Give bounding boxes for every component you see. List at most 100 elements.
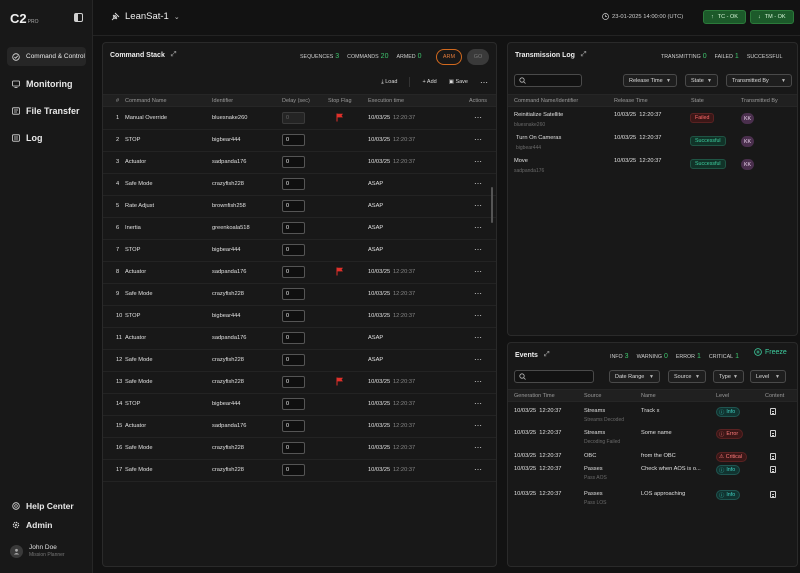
delay-input[interactable]: 0 bbox=[282, 178, 305, 190]
delay-input[interactable]: 0 bbox=[282, 398, 305, 410]
row-actions-icon[interactable]: ⋯ bbox=[474, 245, 483, 254]
delay-input[interactable]: 0 bbox=[282, 310, 305, 322]
stop-flag-icon[interactable] bbox=[336, 267, 344, 276]
table-row[interactable]: 1 Manual Override bluesnake260 0 10/03/25 12:… bbox=[103, 108, 496, 130]
table-row[interactable]: 8 Actuator sadpanda176 0 10/03/25 12:20:37 ⋯ bbox=[103, 262, 496, 284]
content-doc-icon[interactable] bbox=[770, 466, 776, 473]
table-row[interactable]: 15 Actuator sadpanda176 0 10/03/25 12:20:37 ⋯ bbox=[103, 416, 496, 438]
table-row[interactable]: 5 Rate Adjust brownfish258 0 ASAP ⋯ bbox=[103, 196, 496, 218]
tc-status-button[interactable]: ↑ TC - OK bbox=[703, 10, 746, 24]
user-icon bbox=[13, 548, 20, 554]
table-row[interactable]: 10 STOP bigbear444 0 10/03/25 12:20:37 ⋯ bbox=[103, 306, 496, 328]
sidebar-item-help-center[interactable]: Help Center bbox=[7, 496, 86, 515]
sidebar-item-log[interactable]: Log bbox=[7, 128, 86, 147]
delay-input[interactable]: 0 bbox=[282, 288, 305, 300]
row-actions-icon[interactable]: ⋯ bbox=[474, 421, 483, 430]
content-doc-icon[interactable] bbox=[770, 430, 776, 437]
row-actions-icon[interactable]: ⋯ bbox=[474, 311, 483, 320]
content-doc-icon[interactable] bbox=[770, 453, 776, 460]
expand-icon[interactable]: ⤢ bbox=[171, 51, 177, 59]
delay-input[interactable]: 0 bbox=[282, 200, 305, 212]
table-row[interactable]: 9 Safe Mode crazyfish228 0 10/03/25 12:20:37 ⋯ bbox=[103, 284, 496, 306]
table-row[interactable]: 16 Safe Mode crazyfish228 0 10/03/25 12:20:37… bbox=[103, 438, 496, 460]
table-row[interactable]: Move sadpanda176 10/03/25 12:20:37 Successf… bbox=[508, 154, 797, 176]
sidebar-item-admin[interactable]: Admin bbox=[7, 515, 86, 534]
content-doc-icon[interactable] bbox=[770, 491, 776, 498]
delay-input[interactable]: 0 bbox=[282, 420, 305, 432]
delay-input[interactable]: 0 bbox=[282, 156, 305, 168]
table-row[interactable]: 11 Actuator sadpanda176 0 ASAP ⋯ bbox=[103, 328, 496, 350]
user-profile[interactable]: John Doe Mission Planner bbox=[10, 544, 65, 558]
row-actions-icon[interactable]: ⋯ bbox=[474, 399, 483, 408]
table-row[interactable]: 7 STOP bigbear444 0 ASAP ⋯ bbox=[103, 240, 496, 262]
delay-input[interactable]: 0 bbox=[282, 354, 305, 366]
freeze-button[interactable]: Freeze bbox=[754, 348, 787, 356]
row-actions-icon[interactable]: ⋯ bbox=[474, 135, 483, 144]
table-row[interactable]: 12 Safe Mode crazyfish228 0 ASAP ⋯ bbox=[103, 350, 496, 372]
command-identifier: bigbear444 bbox=[212, 137, 241, 143]
row-actions-icon[interactable]: ⋯ bbox=[474, 289, 483, 298]
transmitted-by-filter[interactable]: Transmitted By ▼ bbox=[726, 74, 792, 87]
row-actions-icon[interactable]: ⋯ bbox=[474, 223, 483, 232]
table-row[interactable]: 14 STOP bigbear444 0 10/03/25 12:20:37 ⋯ bbox=[103, 394, 496, 416]
row-actions-icon[interactable]: ⋯ bbox=[474, 355, 483, 364]
satellite-selector[interactable]: LeanSat-1 ⌄ bbox=[110, 11, 180, 22]
table-row[interactable]: 10/03/25 12:20:37 Passes Pass LOS LOS appro… bbox=[508, 488, 797, 508]
app-logo[interactable]: C2PRO bbox=[10, 11, 38, 26]
add-button[interactable]: + Add bbox=[422, 79, 436, 85]
delay-input[interactable]: 0 bbox=[282, 332, 305, 344]
type-filter[interactable]: Type ▼ bbox=[713, 370, 744, 383]
sidebar-item-monitoring[interactable]: Monitoring bbox=[7, 74, 86, 93]
delay-input[interactable]: 0 bbox=[282, 442, 305, 454]
delay-input[interactable]: 0 bbox=[282, 112, 305, 124]
stop-flag-icon[interactable] bbox=[336, 377, 344, 386]
source-filter[interactable]: Source ▼ bbox=[668, 370, 706, 383]
sidebar-item-file-transfer[interactable]: File Transfer bbox=[7, 101, 86, 120]
stop-flag-icon[interactable] bbox=[336, 113, 344, 122]
scrollbar[interactable] bbox=[491, 187, 493, 223]
table-row[interactable]: 10/03/25 12:20:37 Passes Pass AOS Check whe… bbox=[508, 463, 797, 483]
row-actions-icon[interactable]: ⋯ bbox=[474, 113, 483, 122]
table-row[interactable]: 3 Actuator sadpanda176 0 10/03/25 12:20:37 ⋯ bbox=[103, 152, 496, 174]
row-actions-icon[interactable]: ⋯ bbox=[474, 377, 483, 386]
events-search-input[interactable] bbox=[514, 370, 594, 383]
arm-button[interactable]: ARM bbox=[436, 49, 462, 65]
content-doc-icon[interactable] bbox=[770, 408, 776, 415]
table-row[interactable]: 10/03/25 12:20:37 Streams Streams Decoded T… bbox=[508, 405, 797, 425]
load-button[interactable]: ⤓ Load bbox=[381, 79, 397, 86]
table-row[interactable]: 10/03/25 12:20:37 Streams Decoding Failed S… bbox=[508, 427, 797, 447]
row-actions-icon[interactable]: ⋯ bbox=[474, 157, 483, 166]
delay-input[interactable]: 0 bbox=[282, 134, 305, 146]
row-actions-icon[interactable]: ⋯ bbox=[474, 443, 483, 452]
table-row[interactable]: Reinitialize Satellite bluesnake260 10/03/… bbox=[508, 108, 797, 130]
table-row[interactable]: Turn On Cameras bigbear444 10/03/25 12:20:… bbox=[508, 131, 797, 153]
level-filter[interactable]: Level ▼ bbox=[750, 370, 786, 383]
date-range-filter[interactable]: Date Range ▼ bbox=[609, 370, 660, 383]
release-time-filter[interactable]: Release Time ▼ bbox=[623, 74, 677, 87]
go-button[interactable]: GO bbox=[467, 49, 489, 65]
state-filter[interactable]: State ▼ bbox=[685, 74, 718, 87]
row-actions-icon[interactable]: ⋯ bbox=[474, 465, 483, 474]
delay-input[interactable]: 0 bbox=[282, 244, 305, 256]
table-row[interactable]: 17 Safe Mode crazyfish228 0 10/03/25 12:20:37… bbox=[103, 460, 496, 482]
expand-icon[interactable]: ⤢ bbox=[544, 351, 550, 359]
sidebar-item-command-control[interactable]: Command & Control bbox=[7, 47, 86, 66]
delay-input[interactable]: 0 bbox=[282, 266, 305, 278]
table-row[interactable]: 4 Safe Mode crazyfish228 0 ASAP ⋯ bbox=[103, 174, 496, 196]
more-icon[interactable]: ⋯ bbox=[480, 78, 488, 87]
delay-input[interactable]: 0 bbox=[282, 464, 305, 476]
delay-input[interactable]: 0 bbox=[282, 222, 305, 234]
row-actions-icon[interactable]: ⋯ bbox=[474, 201, 483, 210]
expand-icon[interactable]: ⤢ bbox=[581, 51, 587, 59]
row-actions-icon[interactable]: ⋯ bbox=[474, 333, 483, 342]
sidebar-collapse-icon[interactable] bbox=[74, 13, 83, 22]
table-row[interactable]: 13 Safe Mode crazyfish228 0 10/03/25 12:20:37… bbox=[103, 372, 496, 394]
row-actions-icon[interactable]: ⋯ bbox=[474, 179, 483, 188]
transmission-search-input[interactable] bbox=[514, 74, 582, 87]
save-button[interactable]: ▣ Save bbox=[449, 79, 468, 85]
table-row[interactable]: 2 STOP bigbear444 0 10/03/25 12:20:37 ⋯ bbox=[103, 130, 496, 152]
row-actions-icon[interactable]: ⋯ bbox=[474, 267, 483, 276]
delay-input[interactable]: 0 bbox=[282, 376, 305, 388]
table-row[interactable]: 6 Inertia greenkoala518 0 ASAP ⋯ bbox=[103, 218, 496, 240]
tm-status-button[interactable]: ↓ TM - OK bbox=[750, 10, 794, 24]
